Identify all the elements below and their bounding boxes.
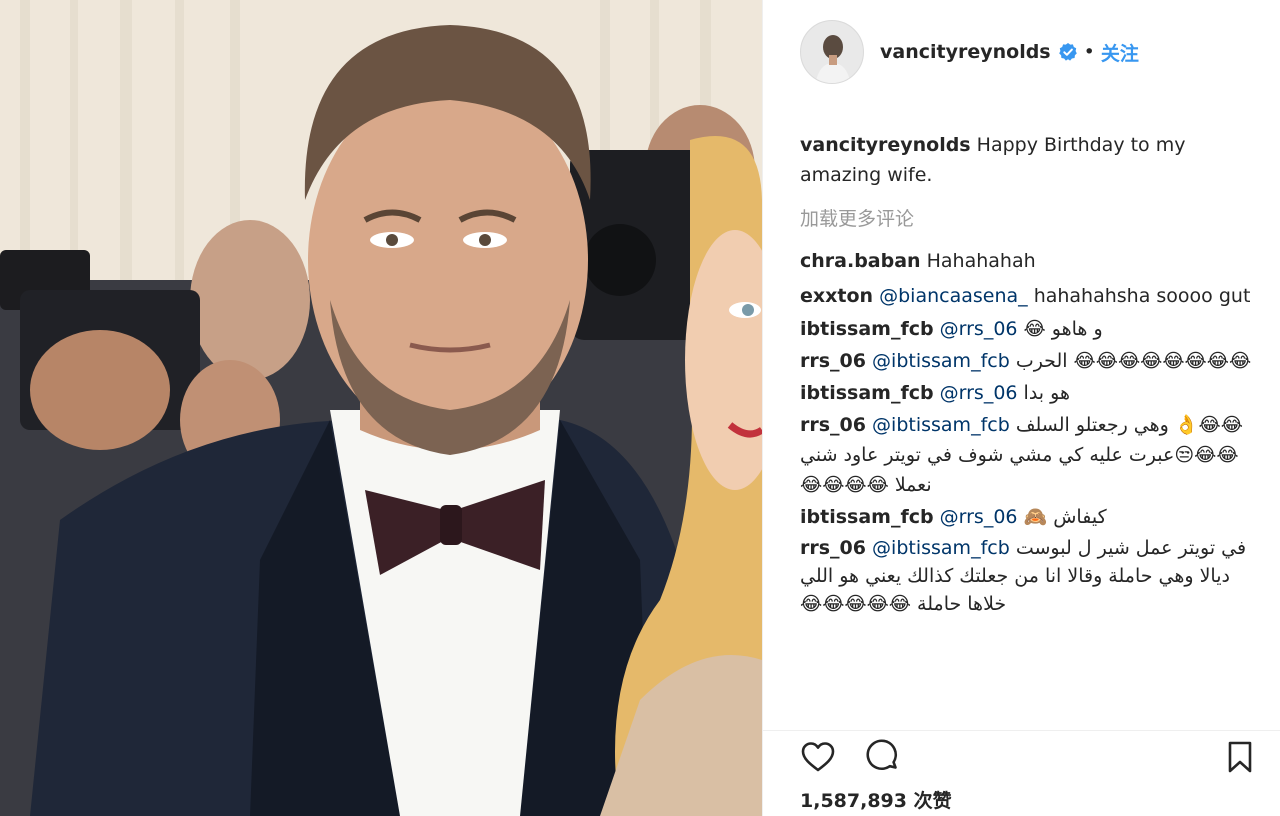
comment-author[interactable]: ibtissam_fcb — [800, 506, 934, 528]
comment-item: ibtissam_fcb @rrs_06 هو بدا — [800, 376, 1262, 410]
comment-mention[interactable]: @biancaasena_ — [879, 285, 1028, 307]
comment-icon[interactable] — [864, 739, 900, 775]
comment-author[interactable]: rrs_06 — [800, 350, 866, 372]
comment-item: rrs_06 @ibtissam_fcb 😂😂👌 وهي رجعتلو السل… — [800, 410, 1262, 500]
comment-author[interactable]: ibtissam_fcb — [800, 318, 934, 340]
comment-author[interactable]: ibtissam_fcb — [800, 382, 934, 404]
comment-mention[interactable]: @rrs_06 — [940, 382, 1018, 404]
comment-item: rrs_06 @ibtissam_fcb 😂😂😂😂😂😂😂😂 الحرب — [800, 346, 1262, 376]
comment-text: و هاهو 😂 — [1023, 318, 1103, 340]
comment-author[interactable]: chra.baban — [800, 250, 921, 272]
likes-count[interactable]: 1,587,893 次赞 — [800, 786, 952, 813]
comment-mention[interactable]: @rrs_06 — [940, 506, 1018, 528]
comment-author[interactable]: exxton — [800, 285, 873, 307]
comment-text: 😂😂😂😂😂😂😂😂 الحرب — [1015, 350, 1252, 372]
verified-badge-icon — [1058, 43, 1077, 61]
post-photo-illustration — [0, 0, 762, 816]
post-actions-bar — [763, 730, 1280, 780]
comment-text: في تويتر عمل شير ل لبوست ديالا وهي حاملة… — [800, 537, 1247, 615]
comment-author[interactable]: rrs_06 — [800, 414, 866, 436]
load-more-comments-button[interactable]: 加载更多评论 — [800, 202, 1262, 236]
comment-mention[interactable]: @ibtissam_fcb — [872, 537, 1010, 559]
comment-item: rrs_06 @ibtissam_fcb في تويتر عمل شير ل … — [800, 534, 1262, 618]
comment-mention[interactable]: @ibtissam_fcb — [872, 414, 1010, 436]
instagram-post-view: vancityreynolds • 关注 vancityreynolds Hap… — [0, 0, 1280, 816]
comment-mention[interactable]: @rrs_06 — [940, 318, 1018, 340]
post-caption: vancityreynolds Happy Birthday to my ama… — [800, 130, 1262, 190]
comment-text: كيفاش 🙈 — [1023, 506, 1107, 528]
comment-item: ibtissam_fcb @rrs_06 و هاهو 😂 — [800, 312, 1262, 346]
caption-author[interactable]: vancityreynolds — [800, 134, 971, 156]
comment-text: 😂😂👌 وهي رجعتلو السلف 😂😂😒عبرت عليه كي مشي… — [800, 414, 1243, 496]
header-separator: • — [1083, 41, 1095, 63]
comment-text: hahahahsha soooo gut — [1033, 285, 1251, 307]
post-sidebar: vancityreynolds • 关注 vancityreynolds Hap… — [762, 0, 1280, 816]
comment-item: exxton @biancaasena_ hahahahsha soooo gu… — [800, 280, 1262, 312]
comment-mention[interactable]: @ibtissam_fcb — [872, 350, 1010, 372]
comment-text: هو بدا — [1023, 382, 1070, 404]
heart-icon[interactable] — [800, 739, 836, 775]
bookmark-icon[interactable] — [1222, 739, 1258, 775]
avatar[interactable] — [800, 20, 864, 84]
post-photo[interactable] — [0, 0, 762, 816]
post-author-username[interactable]: vancityreynolds — [880, 41, 1051, 63]
follow-button[interactable]: 关注 — [1101, 39, 1139, 66]
avatar-image — [801, 21, 863, 83]
comments-section: vancityreynolds Happy Birthday to my ama… — [800, 130, 1262, 618]
comment-text: Hahahahah — [926, 250, 1036, 272]
post-header: vancityreynolds • 关注 — [763, 0, 1280, 104]
comment-item: chra.baban Hahahahah — [800, 244, 1262, 278]
comment-author[interactable]: rrs_06 — [800, 537, 866, 559]
comment-item: ibtissam_fcb @rrs_06 كيفاش 🙈 — [800, 500, 1262, 534]
